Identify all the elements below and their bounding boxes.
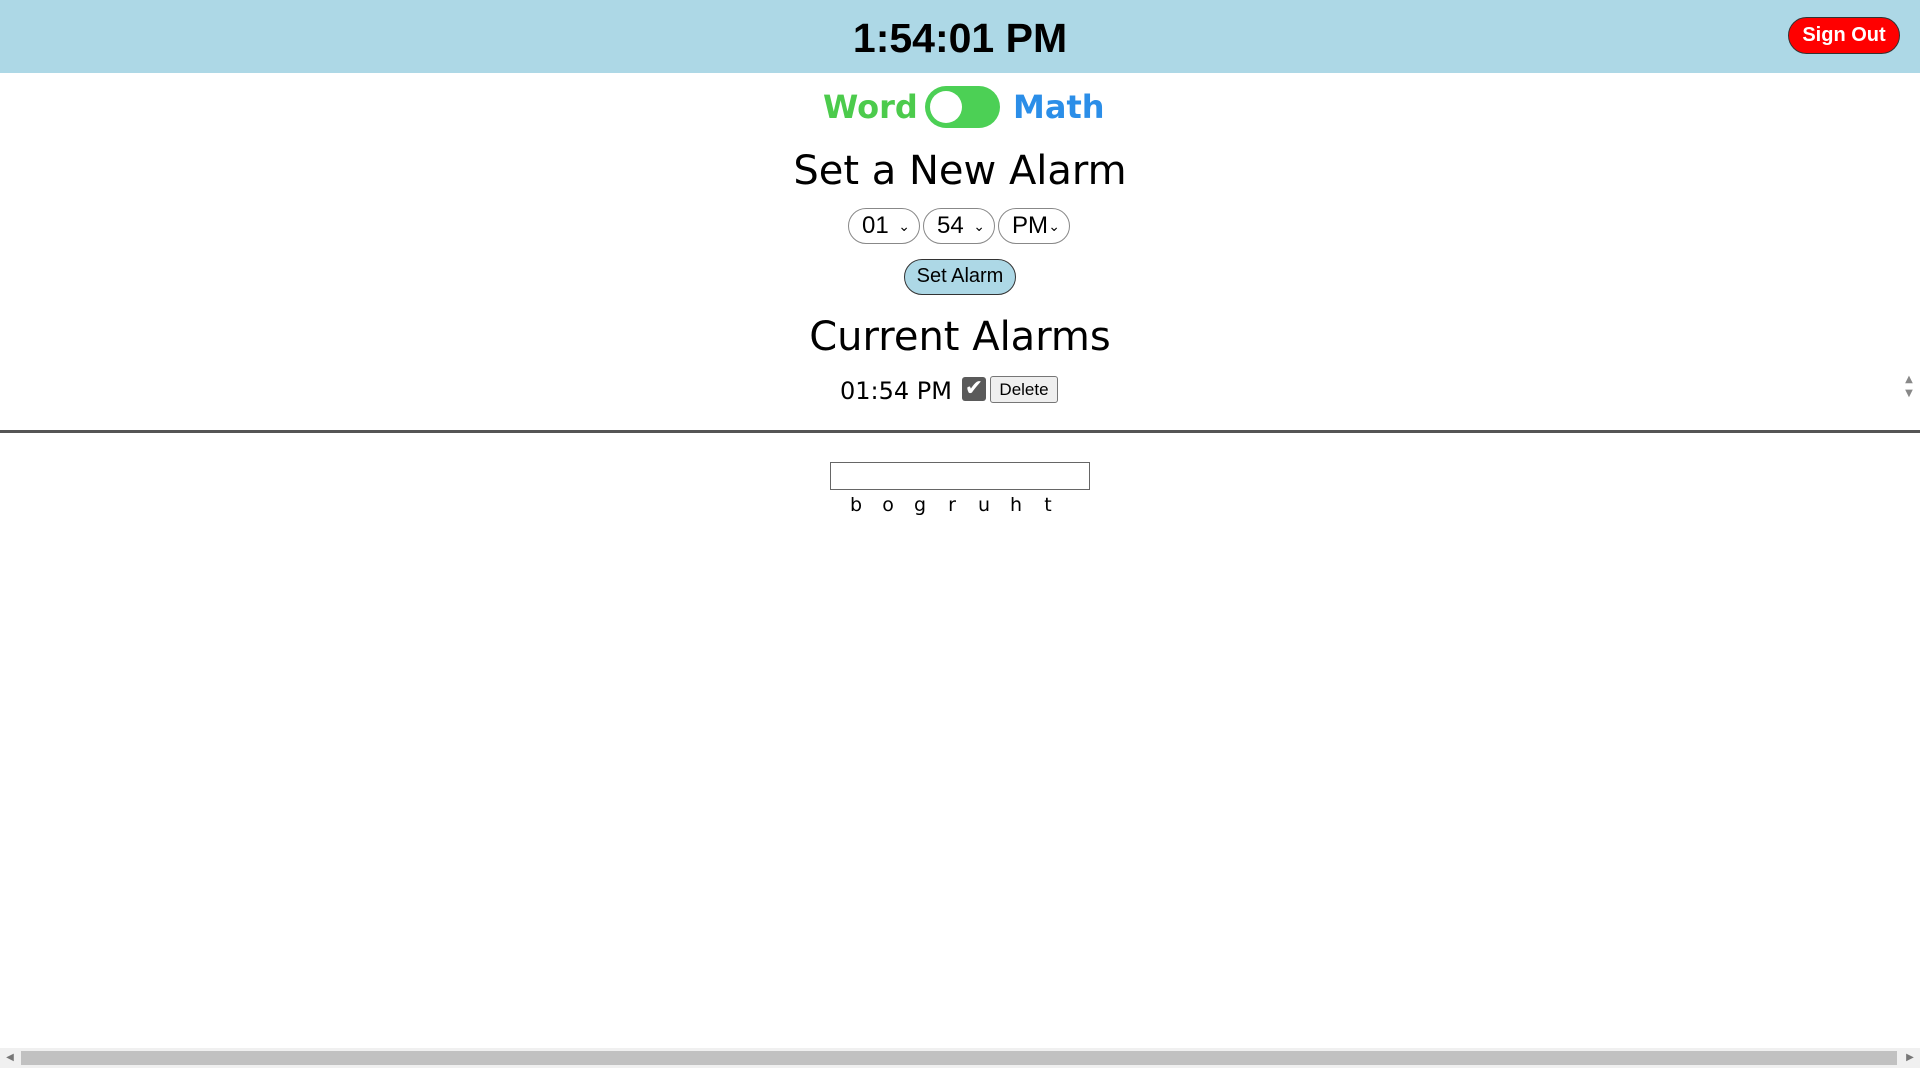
chevron-down-icon: ⌄ (898, 218, 910, 234)
set-alarm-button[interactable]: Set Alarm (904, 259, 1016, 295)
letter-tile: r (948, 494, 956, 516)
checkmark-icon: ✔ (964, 376, 984, 401)
scrambled-letters: bogruht (840, 493, 1080, 517)
current-alarms-heading: Current Alarms (809, 314, 1111, 360)
hour-select[interactable]: 01 ⌄ (848, 208, 920, 244)
top-bar: 1:54:01 PM Sign Out (0, 0, 1920, 73)
mode-toggle-switch[interactable] (925, 86, 1000, 128)
hour-value: 01 (862, 212, 889, 239)
letter-tile: g (913, 494, 927, 516)
letter-tile: b (849, 494, 863, 516)
current-time-clock: 1:54:01 PM (852, 15, 1068, 61)
minute-select[interactable]: 54 ⌄ (923, 208, 995, 244)
chevron-down-icon: ⌄ (973, 218, 985, 234)
spin-up-icon[interactable]: ▲ (1898, 373, 1920, 387)
alarm-enabled-checkbox[interactable]: ✔ (962, 377, 986, 401)
letter-tile: h (1009, 494, 1023, 516)
alarm-time-text: 01:54 PM (840, 377, 952, 405)
math-mode-label: Math (1013, 88, 1105, 126)
scroll-spinner[interactable]: ▲ ▼ (1898, 373, 1920, 405)
scroll-right-icon[interactable]: ▶ (1900, 1048, 1920, 1068)
letter-tile: u (977, 494, 991, 516)
new-alarm-heading: Set a New Alarm (793, 148, 1127, 194)
period-value: PM (1012, 212, 1048, 239)
letter-tile: o (882, 494, 894, 516)
chevron-down-icon: ⌄ (1048, 218, 1060, 234)
section-divider (0, 430, 1920, 433)
toggle-knob (930, 91, 962, 123)
period-select[interactable]: PM ⌄ (998, 208, 1070, 244)
scrollbar-thumb[interactable] (21, 1051, 1897, 1065)
mode-switch-row: Word Math (0, 84, 1920, 134)
puzzle-answer-input[interactable] (830, 462, 1090, 490)
word-mode-label: Word (823, 88, 918, 126)
spin-down-icon[interactable]: ▼ (1898, 387, 1920, 401)
scroll-left-icon[interactable]: ◀ (0, 1048, 20, 1068)
delete-alarm-button[interactable]: Delete (990, 376, 1058, 403)
horizontal-scrollbar[interactable]: ◀ ▶ (0, 1048, 1920, 1068)
letter-tile: t (1044, 494, 1052, 516)
minute-value: 54 (937, 212, 964, 239)
sign-out-button[interactable]: Sign Out (1788, 17, 1900, 54)
